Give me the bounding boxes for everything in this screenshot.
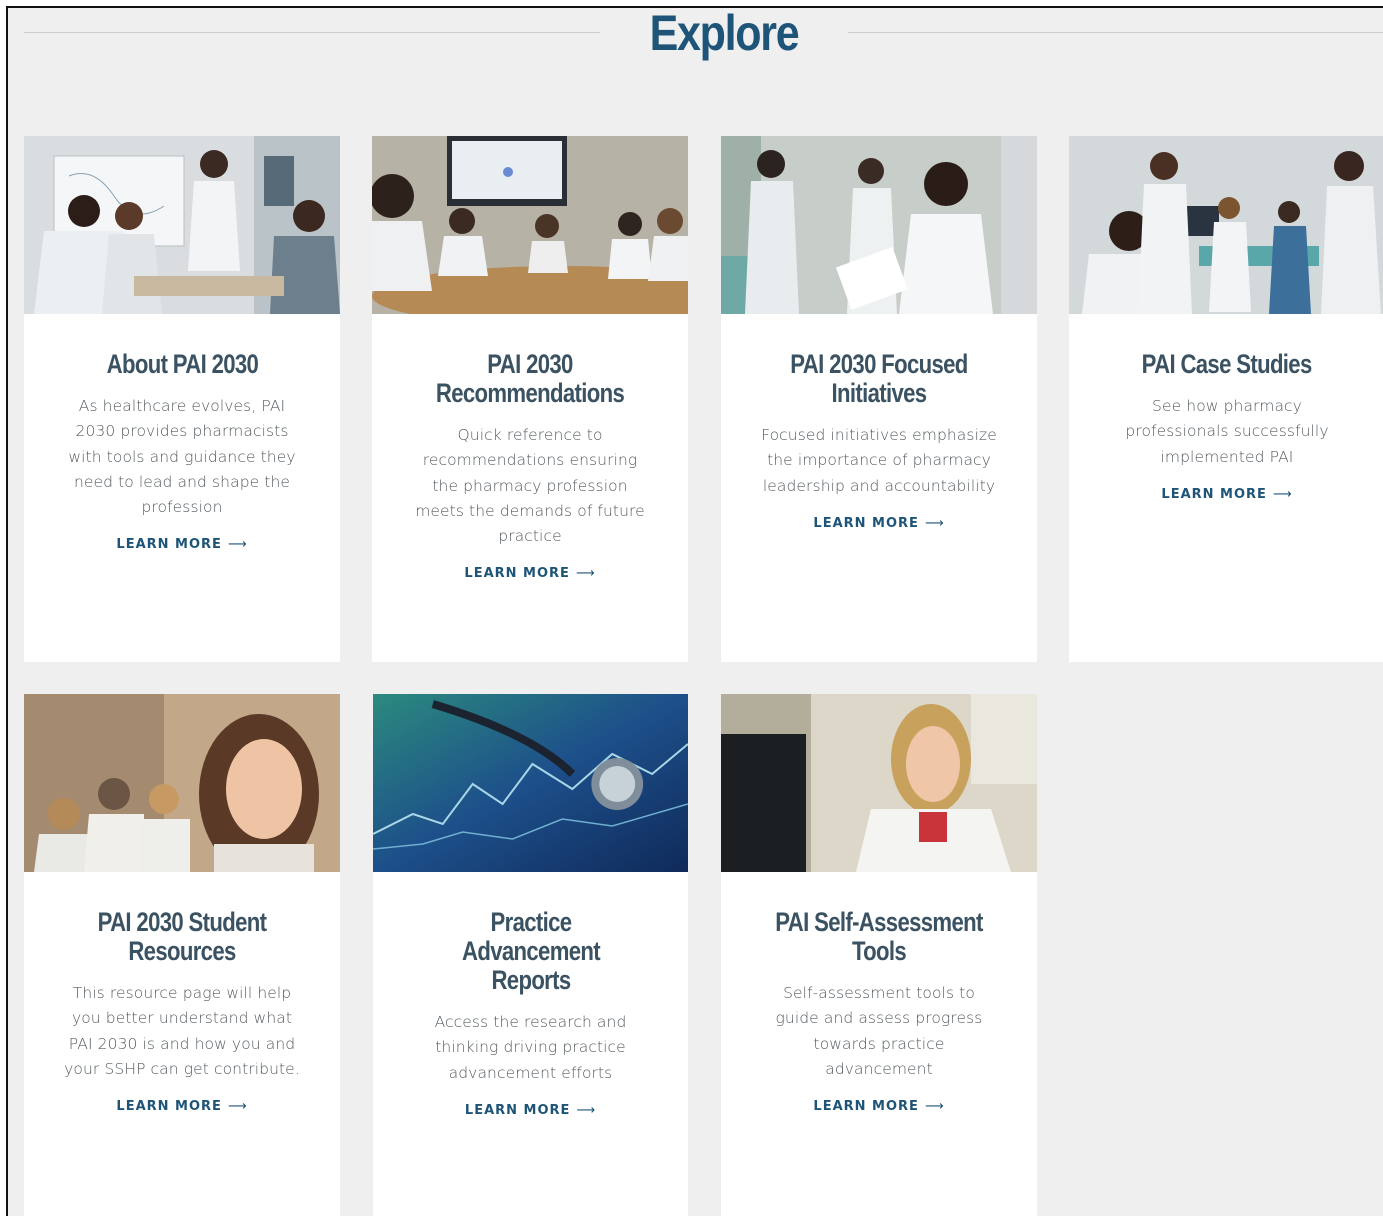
card-description: Self-assessment tools to guide and asses… xyxy=(775,984,983,1078)
card-body: PAI 2030 Focused Initiatives Focused ini… xyxy=(721,350,1037,531)
arrow-right-icon: ⟶ xyxy=(575,566,596,582)
header-rule-left xyxy=(24,32,600,33)
card-title: PAI 2030 Recommendations xyxy=(435,349,625,408)
photo-stethoscope-on-chart-icon xyxy=(373,694,688,872)
card-pai-case-studies: PAI Case Studies See how pharmacy profes… xyxy=(1069,136,1383,662)
card-title: PAI Self-Assessment Tools xyxy=(775,907,983,966)
arrow-right-icon: ⟶ xyxy=(227,1099,248,1115)
card-description: Quick reference to recommendations ensur… xyxy=(415,426,645,546)
card-description: Focused initiatives emphasize the import… xyxy=(761,426,997,495)
photo-pharmacist-at-computer-icon xyxy=(721,694,1037,872)
card-body: PAI Case Studies See how pharmacy profes… xyxy=(1069,350,1383,502)
header-rule-right xyxy=(848,32,1383,33)
section-title: Explore xyxy=(649,6,800,61)
photo-pharmacist-holding-papers-icon xyxy=(721,136,1037,314)
learn-more-link[interactable]: LEARN MORE ⟶ xyxy=(373,1103,688,1118)
card-body: PAI 2030 Student Resources This resource… xyxy=(24,907,340,1115)
card-description: See how pharmacy professionals successfu… xyxy=(1125,397,1329,466)
card-pai-2030-recommendations: PAI 2030 Recommendations Quick reference… xyxy=(372,136,688,662)
card-image-practice-reports[interactable] xyxy=(373,694,688,872)
explore-section: Explore About PAI 2030 As healthcare evo… xyxy=(6,6,1383,1216)
card-body: Practice Advancement Reports Access the … xyxy=(373,908,688,1118)
card-image-focused-initiatives[interactable] xyxy=(721,136,1037,314)
learn-more-label: LEARN MORE xyxy=(116,537,222,553)
card-image-student-resources[interactable] xyxy=(24,694,340,872)
card-pai-2030-student-resources: PAI 2030 Student Resources This resource… xyxy=(24,694,340,1216)
photo-smiling-student-icon xyxy=(24,694,340,872)
card-pai-self-assessment-tools: PAI Self-Assessment Tools Self-assessmen… xyxy=(721,694,1037,1216)
card-image-about[interactable] xyxy=(24,136,340,314)
card-title: PAI Case Studies xyxy=(1142,349,1313,379)
card-about-pai-2030: About PAI 2030 As healthcare evolves, PA… xyxy=(24,136,340,662)
learn-more-label: LEARN MORE xyxy=(116,1099,222,1115)
card-body: PAI Self-Assessment Tools Self-assessmen… xyxy=(721,907,1037,1115)
card-body: About PAI 2030 As healthcare evolves, PA… xyxy=(24,349,340,553)
learn-more-label: LEARN MORE xyxy=(464,566,570,582)
card-image-self-assessment[interactable] xyxy=(721,694,1037,872)
card-practice-advancement-reports: Practice Advancement Reports Access the … xyxy=(373,694,688,1216)
arrow-right-icon: ⟶ xyxy=(227,537,248,553)
learn-more-label: LEARN MORE xyxy=(813,1099,919,1115)
learn-more-link[interactable]: LEARN MORE ⟶ xyxy=(721,1099,1037,1114)
arrow-right-icon: ⟶ xyxy=(1272,486,1293,502)
card-description: This resource page will help you better … xyxy=(64,984,300,1078)
arrow-right-icon: ⟶ xyxy=(576,1102,597,1118)
card-title: PAI 2030 Student Resources xyxy=(97,907,267,966)
learn-more-label: LEARN MORE xyxy=(813,515,919,531)
learn-more-label: LEARN MORE xyxy=(464,1102,571,1118)
learn-more-link[interactable]: LEARN MORE ⟶ xyxy=(372,566,688,581)
photo-pharmacist-presenting-icon xyxy=(24,136,340,314)
card-title: PAI 2030 Focused Initiatives xyxy=(790,349,968,408)
card-title: Practice Advancement Reports xyxy=(461,907,601,995)
learn-more-link[interactable]: LEARN MORE ⟶ xyxy=(1069,487,1383,502)
learn-more-link[interactable]: LEARN MORE ⟶ xyxy=(24,1099,340,1114)
arrow-right-icon: ⟶ xyxy=(924,515,945,531)
learn-more-link[interactable]: LEARN MORE ⟶ xyxy=(721,516,1037,531)
card-title: About PAI 2030 xyxy=(106,349,258,379)
card-pai-2030-focused-initiatives: PAI 2030 Focused Initiatives Focused ini… xyxy=(721,136,1037,662)
learn-more-label: LEARN MORE xyxy=(1161,486,1267,502)
photo-clinical-team-icon xyxy=(1069,136,1383,314)
photo-conference-meeting-icon xyxy=(372,136,688,314)
card-body: PAI 2030 Recommendations Quick reference… xyxy=(372,349,688,582)
section-header: Explore xyxy=(8,8,1383,78)
card-description: As healthcare evolves, PAI 2030 provides… xyxy=(68,397,296,517)
arrow-right-icon: ⟶ xyxy=(924,1099,945,1115)
card-image-case-studies[interactable] xyxy=(1069,136,1383,314)
card-image-recommendations[interactable] xyxy=(372,136,688,314)
learn-more-link[interactable]: LEARN MORE ⟶ xyxy=(24,537,340,552)
card-description: Access the research and thinking driving… xyxy=(434,1013,627,1082)
